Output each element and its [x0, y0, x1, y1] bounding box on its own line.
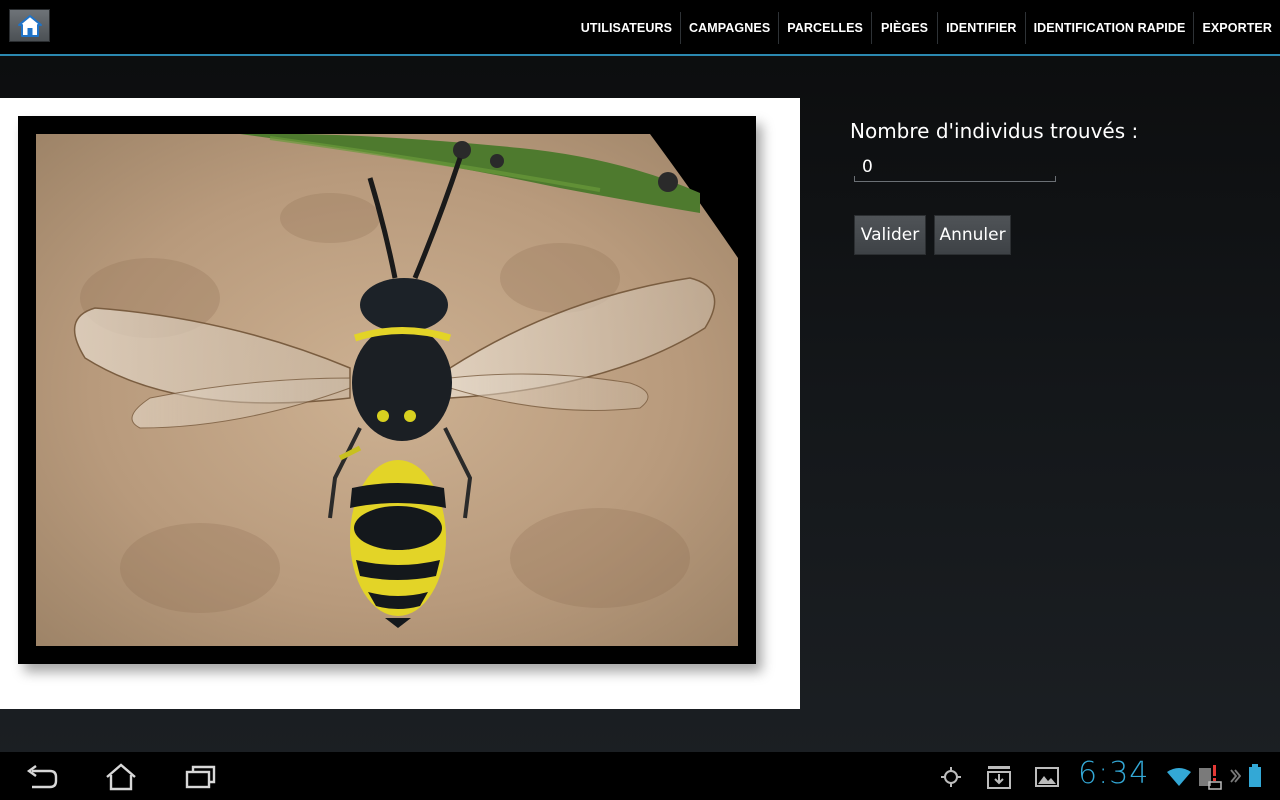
home-icon [17, 14, 42, 37]
sim-alert-icon [1199, 765, 1222, 790]
insect-photo [0, 98, 800, 709]
count-input[interactable] [854, 152, 1056, 182]
wifi-icon [1167, 768, 1191, 786]
home-button[interactable] [9, 9, 50, 42]
clock[interactable]: 6:34 [1078, 756, 1149, 791]
menu-item-plots[interactable]: PARCELLES [778, 12, 871, 44]
recent-apps-icon [185, 765, 216, 789]
battery-icon [1249, 764, 1261, 787]
cancel-button[interactable]: Annuler [934, 215, 1011, 255]
menu-item-export[interactable]: EXPORTER [1193, 12, 1280, 44]
menu-item-campaigns[interactable]: CAMPAGNES [680, 12, 778, 44]
wasp-photo [18, 116, 756, 664]
menu-item-identify[interactable]: IDENTIFIER [937, 12, 1024, 44]
nav-recent-apps-button[interactable] [183, 762, 219, 792]
field-underline-tick-right [1055, 176, 1056, 182]
system-bar: 6:34 [0, 752, 1280, 800]
menu-item-users[interactable]: UTILISATEURS [573, 12, 680, 44]
chevron-right-icon [1230, 769, 1241, 783]
nav-back-button[interactable] [24, 762, 60, 792]
gps-icon [941, 767, 961, 787]
gallery-icon[interactable] [1035, 766, 1059, 788]
menu-item-traps[interactable]: PIÈGES [870, 12, 937, 44]
nav-home-button[interactable] [103, 762, 139, 792]
field-underline-tick-left [854, 176, 855, 182]
home-icon [106, 763, 136, 791]
action-bar: UTILISATEURS CAMPAGNES PARCELLES PIÈGES … [0, 0, 1280, 56]
menu-item-quick-identify[interactable]: IDENTIFICATION RAPIDE [1024, 12, 1194, 44]
back-icon [26, 765, 58, 789]
main-menu: UTILISATEURS CAMPAGNES PARCELLES PIÈGES … [573, 12, 1280, 44]
download-icon[interactable] [986, 764, 1012, 790]
validate-button[interactable]: Valider [854, 215, 926, 255]
count-label: Nombre d'individus trouvés : [850, 119, 1139, 143]
